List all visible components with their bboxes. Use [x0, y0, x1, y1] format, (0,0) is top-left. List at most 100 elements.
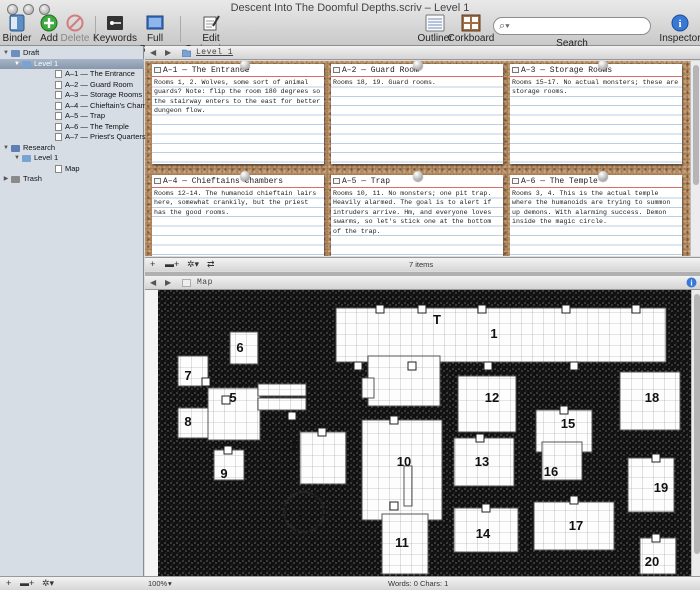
- map-door: [651, 453, 661, 463]
- binder-item-label: Research: [23, 142, 56, 152]
- map-scrollbar[interactable]: [691, 290, 700, 576]
- index-card[interactable]: A–5 — Trap Rooms 10, 11. No monsters; one…: [331, 175, 503, 256]
- image-doc-icon: [182, 279, 191, 287]
- zoom-level[interactable]: 100%: [148, 579, 167, 588]
- keywords-icon: [107, 16, 123, 30]
- binder-item[interactable]: ▼ Draft: [0, 48, 144, 59]
- dungeon-map: T1675812 1831510 1316919417141120: [158, 290, 691, 576]
- disclosure-expanded-icon[interactable]: ▼: [2, 143, 10, 154]
- card-title[interactable]: A–4 — Chieftains Chambers: [152, 175, 324, 188]
- map-door: [651, 533, 661, 543]
- binder-add-folder-button[interactable]: ▬+: [20, 578, 34, 588]
- binder-item-label: Draft: [23, 48, 40, 57]
- item-count: 7 items: [409, 260, 434, 269]
- search-icon: ⌕▾: [499, 20, 510, 32]
- binder-item-label: A–7 — Priest's Quarters: [65, 132, 146, 141]
- folder-icon: [182, 49, 191, 57]
- binder-item[interactable]: A–4 — Chieftain's Chambers: [0, 101, 161, 112]
- map-door: [317, 427, 327, 437]
- binder-item[interactable]: A–7 — Priest's Quarters: [0, 132, 146, 143]
- scrollbar-thumb[interactable]: [693, 65, 699, 185]
- corkboard: A–1 — The Entrance Rooms 1, 2. Wolves, so…: [145, 61, 690, 256]
- binder-item[interactable]: ▼ Level 1: [0, 58, 144, 70]
- card-synopsis[interactable]: Rooms 10, 11. No monsters; one pit trap.…: [331, 188, 503, 256]
- map-header: ◀ ▶ Map i: [145, 276, 700, 290]
- document-icon: [55, 80, 62, 89]
- binder-item[interactable]: A–1 — The Entrance: [0, 69, 144, 80]
- map-room-label: 9: [220, 466, 227, 481]
- map-door: [631, 304, 641, 314]
- binder-item[interactable]: A–2 — Guard Room: [0, 80, 144, 91]
- nav-back-icon[interactable]: ◀: [150, 48, 156, 57]
- index-card[interactable]: A–4 — Chieftains Chambers Rooms 12–14. Th…: [152, 175, 324, 256]
- disclosure-expanded-icon[interactable]: ▼: [13, 153, 21, 164]
- search-field[interactable]: ⌕▾: [493, 17, 651, 35]
- word-count: Words: 0 Chars: 1: [388, 579, 449, 588]
- corkboard-icon: [461, 14, 481, 32]
- gear-icon[interactable]: ✲▾: [187, 259, 199, 270]
- binder-item[interactable]: Map: [0, 164, 144, 175]
- map-corridor: [257, 383, 307, 397]
- binder-item[interactable]: A–5 — Trap: [0, 111, 144, 122]
- card-synopsis[interactable]: Rooms 15–17. No actual monsters; these a…: [510, 77, 682, 164]
- map-door: [223, 445, 233, 455]
- map-room-label: 3: [292, 438, 299, 453]
- map-room-label: 19: [654, 480, 668, 495]
- card-synopsis[interactable]: Rooms 1, 2. Wolves, some sort of animal …: [152, 77, 324, 164]
- map-door: [569, 495, 579, 505]
- add-folder-button[interactable]: ▬+: [165, 259, 179, 269]
- draft-folder-icon: [11, 50, 20, 57]
- map-room-label: 15: [561, 416, 575, 431]
- binder-item[interactable]: ▼ Research: [0, 143, 144, 154]
- map-room: [229, 331, 259, 365]
- inspector-button[interactable]: i Inspector: [655, 14, 700, 44]
- binder-item-label: A–2 — Guard Room: [65, 79, 133, 89]
- index-card[interactable]: A–6 — The Temple Rooms 3, 4. This is the …: [510, 175, 682, 256]
- binder-item[interactable]: A–6 — The Temple: [0, 122, 144, 133]
- binder-item[interactable]: A–3 — Storage Rooms: [0, 90, 144, 101]
- map-room-label: 12: [485, 390, 499, 405]
- binder-item[interactable]: ▼ Level 1: [0, 153, 144, 164]
- binder-sidebar: ▼ Draft ▼ Level 1 A–1 — The Entrance A–2 — Gu…: [0, 46, 161, 576]
- corkboard-button[interactable]: Corkboard: [446, 14, 496, 44]
- nav-forward-icon[interactable]: ▶: [165, 278, 171, 287]
- map-room-label: 4: [296, 506, 304, 521]
- card-synopsis[interactable]: Rooms 3, 4. This is the actual temple wh…: [510, 188, 682, 256]
- card-title[interactable]: A–6 — The Temple: [510, 175, 682, 188]
- card-title[interactable]: A–1 — The Entrance: [152, 64, 324, 77]
- nav-forward-icon[interactable]: ▶: [165, 48, 171, 57]
- binder-item-label: A–1 — The Entrance: [65, 69, 135, 78]
- disclosure-collapsed-icon[interactable]: ▶: [2, 174, 10, 185]
- card-synopsis[interactable]: Rooms 12–14. The humanoid chieftain lair…: [152, 188, 324, 256]
- card-synopsis[interactable]: Rooms 18, 19. Guard rooms.: [331, 77, 503, 164]
- info-icon[interactable]: i: [686, 277, 697, 288]
- svg-text:i: i: [678, 18, 681, 30]
- search-input[interactable]: [514, 20, 644, 32]
- map-room-label: 11: [395, 535, 409, 550]
- nav-back-icon[interactable]: ◀: [150, 278, 156, 287]
- map-door: [353, 361, 363, 371]
- arrange-toggle-button[interactable]: ⇄: [207, 259, 215, 270]
- zoom-dropdown-icon[interactable]: ▾: [168, 579, 172, 588]
- corkboard-scrollbar[interactable]: [690, 61, 700, 256]
- binder-item[interactable]: ▶ Trash: [0, 174, 144, 185]
- add-card-button[interactable]: +: [150, 259, 155, 269]
- map-room-label: 8: [184, 414, 191, 429]
- card-title[interactable]: A–3 — Storage Rooms: [510, 64, 682, 77]
- map-room-label: 20: [645, 554, 659, 569]
- index-card[interactable]: A–3 — Storage Rooms Rooms 15–17. No actua…: [510, 64, 682, 164]
- map-room: [177, 407, 209, 439]
- binder-add-button[interactable]: +: [6, 578, 11, 588]
- disclosure-expanded-icon[interactable]: ▼: [2, 48, 10, 59]
- binder-item-label: Level 1: [34, 58, 59, 68]
- map-door: [375, 304, 385, 314]
- map-room: [367, 355, 441, 407]
- disclosure-expanded-icon[interactable]: ▼: [13, 59, 21, 70]
- index-card[interactable]: A–2 — Guard Room Rooms 18, 19. Guard room…: [331, 64, 503, 164]
- gear-icon[interactable]: ✲▾: [42, 578, 54, 589]
- scrollbar-thumb[interactable]: [694, 294, 700, 554]
- map-room: [335, 307, 667, 363]
- status-bar: + ▬+ ✲▾ 100% ▾ Words: 0 Chars: 1: [0, 576, 700, 590]
- map-door: [561, 304, 571, 314]
- index-card[interactable]: A–1 — The Entrance Rooms 1, 2. Wolves, so…: [152, 64, 324, 164]
